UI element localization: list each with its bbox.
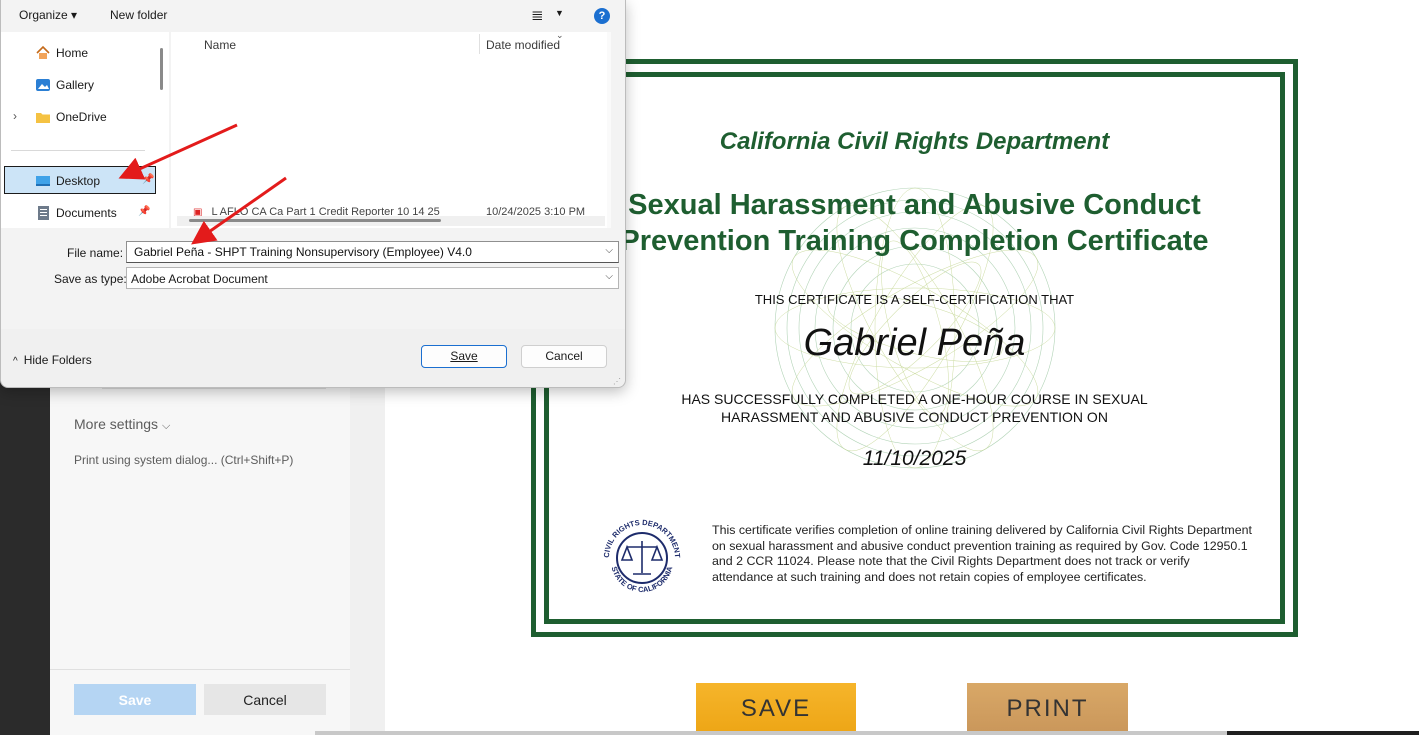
nav-scrollbar[interactable]	[160, 48, 163, 90]
file-name-input[interactable]	[132, 244, 596, 260]
certificate: California Civil Rights Department Sexua…	[531, 59, 1298, 637]
navigation-pane: Home Gallery › OneDrive Desktop 📌 Docume…	[1, 32, 169, 228]
certificate-intro: THIS CERTIFICATE IS A SELF-CERTIFICATION…	[754, 292, 1075, 307]
nav-item-documents[interactable]: Documents 📌	[1, 199, 153, 227]
pin-icon: 📌	[142, 174, 155, 185]
certificate-title-line1: Sexual Harassment and Abusive Conduct	[628, 189, 1201, 221]
nav-separator	[11, 150, 145, 151]
dialog-cancel-button[interactable]: Cancel	[521, 345, 607, 368]
nav-label: Home	[56, 46, 89, 60]
column-header-date-modified[interactable]: Date modified	[486, 38, 560, 52]
dialog-toolbar: Organize ▾ New folder ≣ ▼ ?	[1, 0, 625, 32]
column-header-name[interactable]: Name	[204, 38, 236, 52]
chevron-up-icon: ^	[13, 356, 18, 367]
dialog-save-button[interactable]: Save	[421, 345, 507, 368]
save-as-type-label: Save as type:	[54, 272, 127, 286]
column-divider[interactable]	[479, 34, 480, 54]
resize-grip-icon[interactable]: ⋰	[613, 377, 621, 386]
nav-label: Gallery	[56, 78, 95, 92]
chevron-right-icon[interactable]: ›	[13, 109, 17, 123]
gallery-icon	[36, 79, 50, 91]
organize-menu[interactable]: Organize ▾	[19, 8, 77, 22]
scrollbar-thumb[interactable]	[189, 219, 441, 222]
certificate-completed-line1: HAS SUCCESSFULLY COMPLETED A ONE-HOUR CO…	[681, 391, 1148, 407]
civil-rights-seal-icon: CIVIL RIGHTS DEPARTMENT STATE OF CALIFOR…	[602, 518, 682, 594]
view-options-icon[interactable]: ≣	[531, 6, 544, 24]
panel-divider	[50, 669, 350, 670]
certificate-fine-print: This certificate verifies completion of …	[712, 523, 1252, 584]
home-icon	[36, 45, 50, 59]
chevron-down-icon[interactable]: ⌵	[605, 245, 613, 256]
folder-icon	[36, 113, 50, 123]
nav-label: Desktop	[56, 174, 101, 188]
nav-item-desktop[interactable]: Desktop 📌	[4, 166, 156, 194]
certificate-save-button[interactable]: SAVE	[696, 683, 856, 735]
file-list-vscrollbar[interactable]	[607, 32, 611, 228]
nav-item-home[interactable]: Home	[1, 39, 153, 67]
view-options-dropdown-icon[interactable]: ▼	[555, 8, 564, 18]
sort-chevron-icon: ⌄	[556, 32, 564, 40]
nav-label: OneDrive	[56, 110, 107, 124]
save-as-dialog: Organize ▾ New folder ≣ ▼ ? Home Gallery…	[0, 0, 626, 388]
new-folder-button[interactable]: New folder	[110, 8, 167, 22]
certificate-completed-line2: HARASSMENT AND ABUSIVE CONDUCT PREVENTIO…	[721, 409, 1108, 425]
nav-label: Documents	[56, 206, 117, 220]
print-save-button[interactable]: Save	[74, 684, 196, 715]
certificate-date: 11/10/2025	[862, 447, 967, 470]
nav-item-onedrive[interactable]: › OneDrive	[1, 103, 153, 131]
taskbar-edge	[1227, 731, 1419, 735]
more-settings-toggle[interactable]: More settings ⌵	[74, 416, 170, 433]
chevron-down-icon: ⌵	[161, 420, 171, 432]
horizontal-scrollbar[interactable]	[315, 731, 1227, 735]
hide-folders-toggle[interactable]: ^ Hide Folders	[13, 353, 92, 367]
documents-icon	[38, 206, 49, 220]
certificate-print-button[interactable]: PRINT	[967, 683, 1128, 735]
pin-icon: 📌	[138, 206, 151, 217]
certificate-recipient-name: Gabriel Peña	[803, 322, 1026, 364]
file-list-hscrollbar[interactable]	[177, 216, 605, 226]
certificate-department: California Civil Rights Department	[719, 128, 1110, 155]
print-cancel-button[interactable]: Cancel	[204, 684, 326, 715]
desktop-icon	[36, 176, 50, 186]
help-icon[interactable]: ?	[594, 8, 610, 24]
save-as-type-value: Adobe Acrobat Document	[131, 272, 268, 286]
file-list-pane: Name Date modified ⌄ ▣ L AFLO CA Ca Part…	[171, 32, 611, 228]
certificate-title-line2: Prevention Training Completion Certifica…	[620, 225, 1209, 257]
file-name-field[interactable]: ⌵	[126, 241, 619, 263]
certificate-inner-border: California Civil Rights Department Sexua…	[544, 72, 1285, 624]
hide-folders-label: Hide Folders	[23, 353, 92, 367]
certificate-completed-text: HAS SUCCESSFULLY COMPLETED A ONE-HOUR CO…	[549, 390, 1280, 426]
chevron-down-icon[interactable]: ⌵	[605, 271, 613, 282]
certificate-title: Sexual Harassment and Abusive Conduct Pr…	[549, 187, 1280, 259]
dialog-footer: ^ Hide Folders Save Cancel ⋰	[1, 329, 625, 387]
save-as-type-select[interactable]: Adobe Acrobat Document ⌵	[126, 267, 619, 289]
system-dialog-link[interactable]: Print using system dialog... (Ctrl+Shift…	[74, 453, 293, 467]
file-name-label: File name:	[67, 246, 124, 260]
more-settings-label: More settings	[74, 416, 159, 432]
nav-item-gallery[interactable]: Gallery	[1, 71, 153, 99]
